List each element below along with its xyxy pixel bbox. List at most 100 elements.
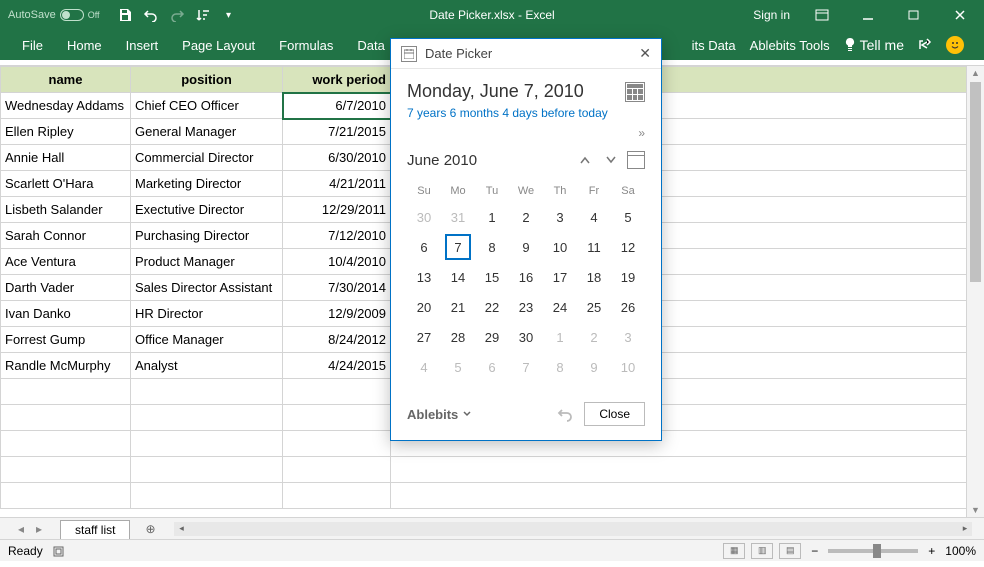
sheet-nav-next-icon[interactable]: ▸ xyxy=(36,522,42,536)
calendar-day[interactable]: 13 xyxy=(407,262,441,292)
calendar-day[interactable]: 15 xyxy=(475,262,509,292)
share-icon[interactable] xyxy=(918,38,932,52)
calendar-day[interactable]: 19 xyxy=(611,262,645,292)
calendar-day[interactable]: 24 xyxy=(543,292,577,322)
cell[interactable]: Lisbeth Salander xyxy=(1,197,131,223)
cell[interactable]: Marketing Director xyxy=(131,171,283,197)
cell[interactable]: Forrest Gump xyxy=(1,327,131,353)
maximize-icon[interactable] xyxy=(900,5,928,25)
brand-menu[interactable]: Ablebits xyxy=(407,407,472,422)
ribbon-tab[interactable]: Insert xyxy=(114,30,171,60)
calendar-day[interactable]: 26 xyxy=(611,292,645,322)
cell[interactable]: Wednesday Addams xyxy=(1,93,131,119)
calendar-day[interactable]: 1 xyxy=(543,322,577,352)
calendar-day[interactable]: 27 xyxy=(407,322,441,352)
calendar-day[interactable]: 4 xyxy=(577,202,611,232)
zoom-out-button[interactable]: − xyxy=(807,544,822,558)
ribbon-tab[interactable]: Home xyxy=(55,30,114,60)
column-header[interactable]: work period xyxy=(283,67,391,93)
column-header[interactable]: name xyxy=(1,67,131,93)
calendar-day[interactable]: 14 xyxy=(441,262,475,292)
cell[interactable]: HR Director xyxy=(131,301,283,327)
cell[interactable]: 6/7/2010 xyxy=(283,93,391,119)
calendar-day[interactable]: 18 xyxy=(577,262,611,292)
cell[interactable]: Ace Ventura xyxy=(1,249,131,275)
macro-recorder-icon[interactable] xyxy=(53,544,67,558)
cell[interactable]: 6/30/2010 xyxy=(283,145,391,171)
calendar-day[interactable]: 29 xyxy=(475,322,509,352)
qat-customize-icon[interactable]: ▾ xyxy=(220,6,238,24)
new-sheet-button[interactable]: ⊕ xyxy=(138,522,162,536)
calendar-day[interactable]: 4 xyxy=(407,352,441,382)
calendar-day[interactable]: 8 xyxy=(475,232,509,262)
expand-icon[interactable]: » xyxy=(407,126,645,140)
calendar-day[interactable]: 11 xyxy=(577,232,611,262)
vertical-scrollbar[interactable]: ▲ ▼ xyxy=(966,66,984,517)
cell[interactable]: 8/24/2012 xyxy=(283,327,391,353)
column-header[interactable]: position xyxy=(131,67,283,93)
calendar-day[interactable]: 6 xyxy=(475,352,509,382)
cell[interactable]: 4/21/2011 xyxy=(283,171,391,197)
ribbon-tab[interactable]: File xyxy=(10,30,55,60)
zoom-level[interactable]: 100% xyxy=(945,544,976,558)
calendar-day[interactable]: 10 xyxy=(611,352,645,382)
scrollbar-thumb[interactable] xyxy=(970,82,981,282)
horizontal-scrollbar[interactable]: ◂ ▸ xyxy=(174,522,972,536)
zoom-slider[interactable] xyxy=(828,549,918,553)
autosave-toggle[interactable]: AutoSave Off xyxy=(0,9,108,21)
cell[interactable]: Randle McMurphy xyxy=(1,353,131,379)
ribbon-tab[interactable]: Page Layout xyxy=(170,30,267,60)
signin-link[interactable]: Sign in xyxy=(753,8,790,22)
close-icon[interactable] xyxy=(946,5,974,25)
cell[interactable]: 7/12/2010 xyxy=(283,223,391,249)
month-prev-icon[interactable] xyxy=(575,150,595,170)
feedback-icon[interactable] xyxy=(946,36,964,54)
cell[interactable]: 4/24/2015 xyxy=(283,353,391,379)
calendar-day[interactable]: 25 xyxy=(577,292,611,322)
calendar-day[interactable]: 6 xyxy=(407,232,441,262)
month-next-icon[interactable] xyxy=(601,150,621,170)
cell[interactable]: Sales Director Assistant xyxy=(131,275,283,301)
relative-date-link[interactable]: 7 years 6 months 4 days before today xyxy=(407,106,645,120)
calendar-day[interactable]: 17 xyxy=(543,262,577,292)
calendar-day[interactable]: 7 xyxy=(509,352,543,382)
calendar-day[interactable]: 31 xyxy=(441,202,475,232)
cell[interactable]: Ivan Danko xyxy=(1,301,131,327)
calendar-day[interactable]: 9 xyxy=(577,352,611,382)
cell[interactable]: Office Manager xyxy=(131,327,283,353)
cell[interactable]: Darth Vader xyxy=(1,275,131,301)
cell[interactable]: Sarah Connor xyxy=(1,223,131,249)
calendar-day[interactable]: 2 xyxy=(509,202,543,232)
cell[interactable]: Product Manager xyxy=(131,249,283,275)
month-year-label[interactable]: June 2010 xyxy=(407,152,569,169)
calendar-day[interactable]: 22 xyxy=(475,292,509,322)
calendar-day[interactable]: 16 xyxy=(509,262,543,292)
cell[interactable]: Annie Hall xyxy=(1,145,131,171)
ribbon-tab[interactable]: Formulas xyxy=(267,30,345,60)
calendar-day[interactable]: 30 xyxy=(407,202,441,232)
cell[interactable]: 10/4/2010 xyxy=(283,249,391,275)
cell[interactable]: 12/9/2009 xyxy=(283,301,391,327)
calendar-day[interactable]: 5 xyxy=(611,202,645,232)
sheet-tab[interactable]: staff list xyxy=(60,520,130,539)
calendar-day[interactable]: 23 xyxy=(509,292,543,322)
ribbon-tab[interactable]: Ablebits Tools xyxy=(750,38,830,53)
sheet-nav-prev-icon[interactable]: ◂ xyxy=(18,522,24,536)
calendar-day[interactable]: 5 xyxy=(441,352,475,382)
calendar-day[interactable]: 3 xyxy=(611,322,645,352)
calendar-day[interactable]: 3 xyxy=(543,202,577,232)
cell[interactable]: Commercial Director xyxy=(131,145,283,171)
cell[interactable]: 12/29/2011 xyxy=(283,197,391,223)
calendar-day[interactable]: 10 xyxy=(543,232,577,262)
undo-icon[interactable] xyxy=(142,6,160,24)
close-button[interactable]: Close xyxy=(584,402,645,426)
calendar-day[interactable]: 30 xyxy=(509,322,543,352)
calendar-day[interactable]: 12 xyxy=(611,232,645,262)
cell[interactable]: Exectutive Director xyxy=(131,197,283,223)
calculator-icon[interactable] xyxy=(625,82,645,102)
calendar-day[interactable]: 1 xyxy=(475,202,509,232)
calendar-day[interactable]: 9 xyxy=(509,232,543,262)
cell[interactable]: 7/30/2014 xyxy=(283,275,391,301)
cell[interactable]: Purchasing Director xyxy=(131,223,283,249)
today-icon[interactable] xyxy=(627,151,645,169)
